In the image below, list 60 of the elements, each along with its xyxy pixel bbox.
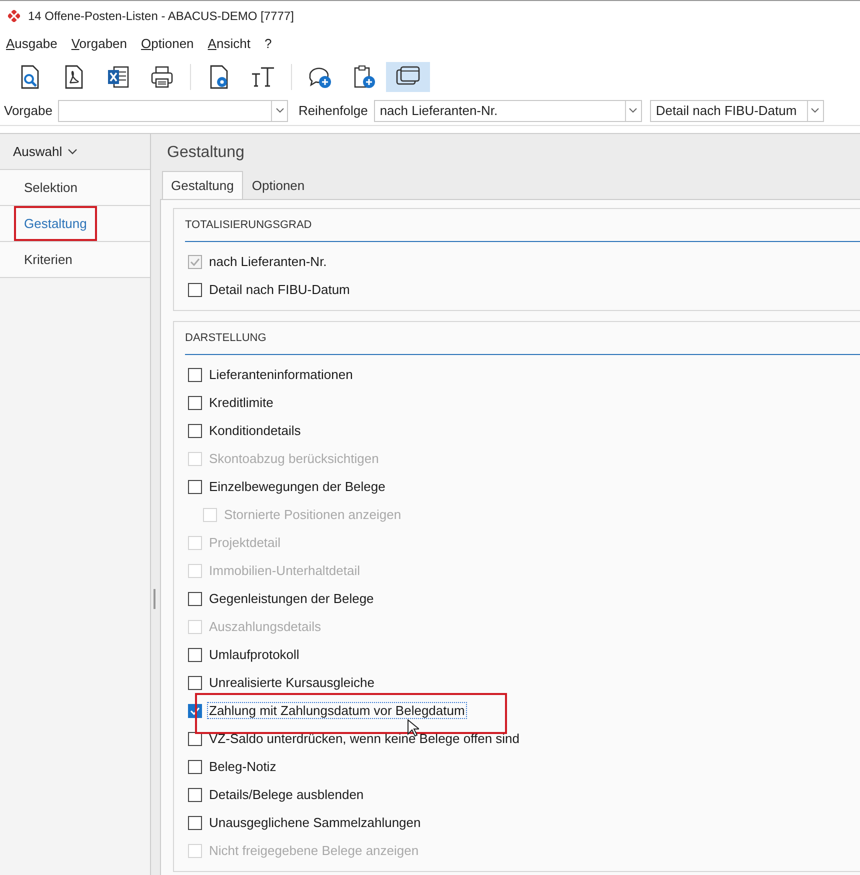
field-label: Vorgabe (4, 102, 52, 120)
dropdown-value: Detail nach FIBU-Datum (656, 102, 797, 120)
field-label: Reihenfolge (298, 102, 368, 120)
excel-icon (105, 64, 131, 90)
checkbox-label: Stornierte Positionen anzeigen (223, 506, 402, 524)
dropdown-value: nach Lieferanten-Nr. (380, 102, 498, 120)
checkbox[interactable] (188, 255, 202, 269)
checkbox[interactable] (188, 283, 202, 297)
checkbox-label[interactable]: Beleg-Notiz (207, 756, 278, 778)
checkbox-label: Skontoabzug berücksichtigen (208, 450, 380, 468)
tab[interactable]: Optionen (242, 170, 314, 199)
checkbox-label[interactable]: nach Lieferanten-Nr. (207, 251, 329, 273)
checkbox-label[interactable]: Unrealisierte Kursausgleiche (207, 672, 376, 694)
checkbox[interactable] (188, 816, 202, 830)
printer-icon (149, 64, 175, 90)
menu-item[interactable]: Ansicht (206, 34, 252, 54)
checkbox-label[interactable]: Lieferanteninformationen (207, 364, 355, 386)
tab[interactable]: Gestaltung (162, 170, 243, 199)
dropdown-field[interactable] (58, 100, 288, 122)
checkbox-label[interactable]: Umlaufprotokoll (207, 644, 302, 666)
chevron-down-icon (276, 108, 284, 113)
chevron-down-icon (629, 108, 638, 113)
checkbox-label[interactable]: Gegenleistungen der Belege (207, 588, 376, 610)
dropdown-field[interactable]: Detail nach FIBU-Datum (650, 100, 824, 122)
checkbox[interactable] (188, 396, 202, 410)
checkbox[interactable] (188, 368, 202, 382)
section-title: DARSTELLUNG (185, 322, 860, 355)
checkbox-label: Projektdetail (208, 534, 282, 552)
menu-item[interactable]: ? (262, 34, 274, 54)
checkbox[interactable] (188, 788, 202, 802)
checkbox-label[interactable]: Details/Belege ausblenden (207, 784, 366, 806)
checkbox[interactable] (188, 760, 202, 774)
checkbox-label[interactable]: Kreditlimite (207, 392, 276, 414)
checkbox-label: Immobilien-Unterhaltdetail (208, 562, 362, 580)
section-title: TOTALISIERUNGSGRAD (185, 209, 860, 242)
window-title: 14 Offene-Posten-Listen - ABACUS-DEMO [7777] (28, 8, 294, 24)
checkbox-label[interactable]: Konditiondetails (207, 420, 303, 442)
checkbox[interactable] (188, 480, 202, 494)
chevron-down-icon (811, 108, 820, 113)
menu-item[interactable]: Ausgabe (4, 34, 60, 54)
page-title: Gestaltung (166, 143, 246, 163)
checkbox[interactable] (188, 648, 202, 662)
checkbox[interactable] (188, 732, 202, 746)
checkbox[interactable] (188, 676, 202, 690)
checkbox-label[interactable]: Zahlung mit Zahlungsdatum vor Belegdatum (207, 702, 467, 720)
menu-item[interactable]: Optionen (139, 34, 196, 54)
checkbox-label[interactable]: Einzelbewegungen der Belege (207, 476, 388, 498)
checkbox-label: Auszahlungsdetails (208, 618, 322, 636)
splitter-grip-icon (153, 589, 156, 609)
menu-item[interactable]: Vorgaben (69, 34, 130, 54)
sidebar-header[interactable]: Auswahl (13, 142, 62, 162)
app-logo-icon (8, 10, 20, 22)
checkbox-label[interactable]: Unausgeglichene Sammelzahlungen (207, 812, 423, 834)
checkbox-label: Nicht freigegebene Belege anzeigen (208, 842, 420, 860)
checkbox-label[interactable]: Detail nach FIBU-Datum (207, 279, 352, 301)
dropdown-field[interactable]: nach Lieferanten-Nr. (374, 100, 642, 122)
sidebar-item[interactable]: Gestaltung (14, 206, 97, 242)
checkbox[interactable] (188, 424, 202, 438)
checkbox[interactable] (188, 592, 202, 606)
toolbar-button[interactable] (386, 62, 430, 92)
